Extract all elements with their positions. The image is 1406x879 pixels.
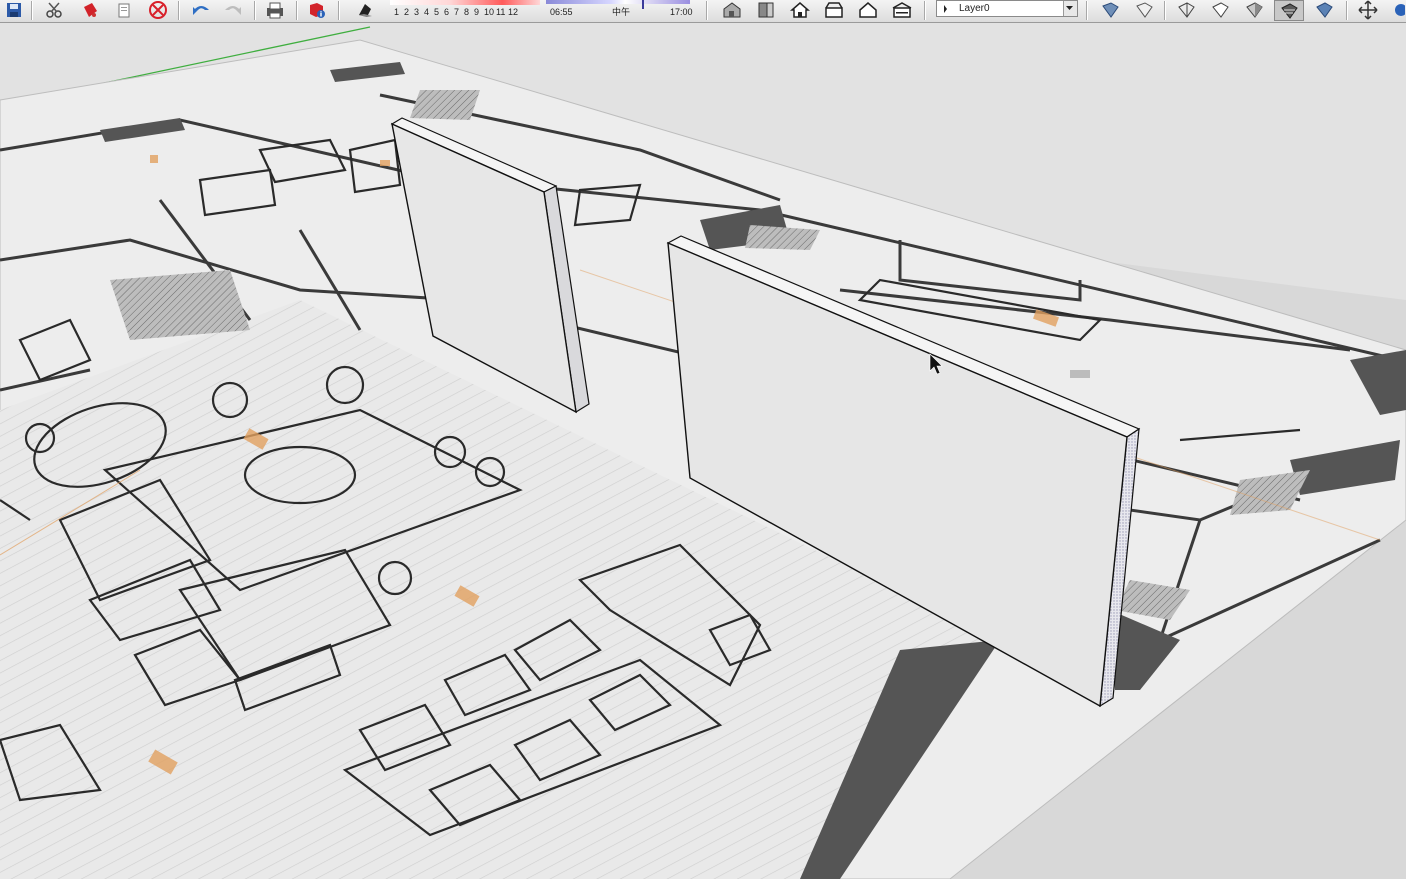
orbit-button[interactable] bbox=[1388, 0, 1406, 20]
move-icon bbox=[1358, 0, 1378, 20]
chevron-down-icon[interactable] bbox=[1063, 1, 1077, 16]
style-xray-icon bbox=[1102, 2, 1119, 18]
left-view-button[interactable] bbox=[888, 0, 916, 20]
month-tick-label: 11 bbox=[496, 7, 506, 17]
month-tick-label: 9 bbox=[474, 7, 480, 17]
time-mid-label: 中午 bbox=[612, 7, 631, 17]
style-wireframe-icon bbox=[1178, 2, 1195, 18]
cut-button[interactable] bbox=[42, 0, 66, 20]
style-wireframe-button[interactable] bbox=[1172, 0, 1200, 20]
month-tick-label: 1 bbox=[394, 7, 400, 17]
time-scale[interactable]: 06:55 中午 17:00 bbox=[546, 0, 696, 20]
house-front-icon bbox=[790, 2, 810, 18]
move-button[interactable] bbox=[1354, 0, 1382, 20]
3d-viewport[interactable] bbox=[0, 23, 1406, 879]
orbit-icon bbox=[1395, 4, 1405, 16]
top-view-button[interactable] bbox=[752, 0, 780, 20]
right-view-button[interactable] bbox=[820, 0, 848, 20]
style-monochrome-icon bbox=[1316, 2, 1333, 18]
style-backedges-button[interactable] bbox=[1130, 0, 1158, 20]
month-scale[interactable]: 1 2 3 4 5 6 7 8 9 10 11 12 bbox=[390, 0, 542, 20]
house-top-icon bbox=[758, 2, 774, 18]
style-textured-button[interactable] bbox=[1274, 0, 1304, 21]
copy-icon bbox=[118, 3, 130, 18]
layer-dropdown-value: Layer0 bbox=[959, 3, 990, 14]
model-info-icon bbox=[310, 3, 325, 18]
paint-icon bbox=[84, 3, 97, 17]
style-hiddenline-icon bbox=[1212, 2, 1229, 18]
print-button[interactable] bbox=[262, 0, 288, 20]
save-icon bbox=[7, 3, 21, 17]
paint-button[interactable] bbox=[78, 0, 102, 20]
month-tick-label: 10 bbox=[484, 7, 495, 17]
iso-view-button[interactable] bbox=[718, 0, 746, 20]
save-button[interactable] bbox=[2, 0, 26, 20]
shadow-toggle-button[interactable] bbox=[352, 0, 378, 20]
house-back-icon bbox=[859, 2, 877, 18]
style-hiddenline-button[interactable] bbox=[1206, 0, 1234, 20]
erase-button[interactable] bbox=[146, 0, 170, 20]
month-tick-label: 3 bbox=[414, 7, 420, 17]
house-right-icon bbox=[825, 2, 843, 18]
undo-icon bbox=[193, 6, 209, 15]
style-shaded-button[interactable] bbox=[1240, 0, 1268, 20]
undo-button[interactable] bbox=[188, 0, 214, 20]
month-tick-label: 8 bbox=[464, 7, 470, 17]
main-toolbar: 1 2 3 4 5 6 7 8 9 10 11 12 06:55 中午 17:00 Layer0 bbox=[0, 0, 1406, 23]
style-textured-icon bbox=[1281, 2, 1298, 19]
copy-button[interactable] bbox=[112, 0, 136, 20]
month-tick-label: 12 bbox=[508, 7, 519, 17]
style-xray-button[interactable] bbox=[1096, 0, 1124, 20]
redo-button[interactable] bbox=[220, 0, 246, 20]
shadow-icon bbox=[359, 4, 372, 17]
back-view-button[interactable] bbox=[854, 0, 882, 20]
style-shaded-icon bbox=[1246, 2, 1263, 18]
current-layer-icon bbox=[944, 5, 947, 13]
house-left-icon bbox=[892, 2, 912, 18]
front-view-button[interactable] bbox=[786, 0, 814, 20]
month-tick-label: 4 bbox=[424, 7, 430, 17]
time-end-label: 17:00 bbox=[670, 7, 693, 17]
erase-icon bbox=[149, 1, 167, 19]
month-tick-label: 7 bbox=[454, 7, 460, 17]
layer-dropdown[interactable]: Layer0 bbox=[936, 0, 1078, 17]
model-info-button[interactable] bbox=[304, 0, 330, 20]
redo-icon bbox=[225, 6, 241, 15]
print-icon bbox=[267, 2, 283, 19]
month-tick-label: 2 bbox=[404, 7, 410, 17]
style-monochrome-button[interactable] bbox=[1310, 0, 1338, 20]
time-start-label: 06:55 bbox=[550, 7, 573, 17]
scene-canvas bbox=[0, 23, 1406, 879]
month-tick-label: 5 bbox=[434, 7, 440, 17]
time-slider-thumb[interactable] bbox=[642, 0, 644, 9]
style-backedges-icon bbox=[1136, 2, 1153, 18]
house-iso-icon bbox=[723, 2, 741, 18]
month-tick-label: 6 bbox=[444, 7, 450, 17]
cut-icon bbox=[46, 2, 62, 18]
